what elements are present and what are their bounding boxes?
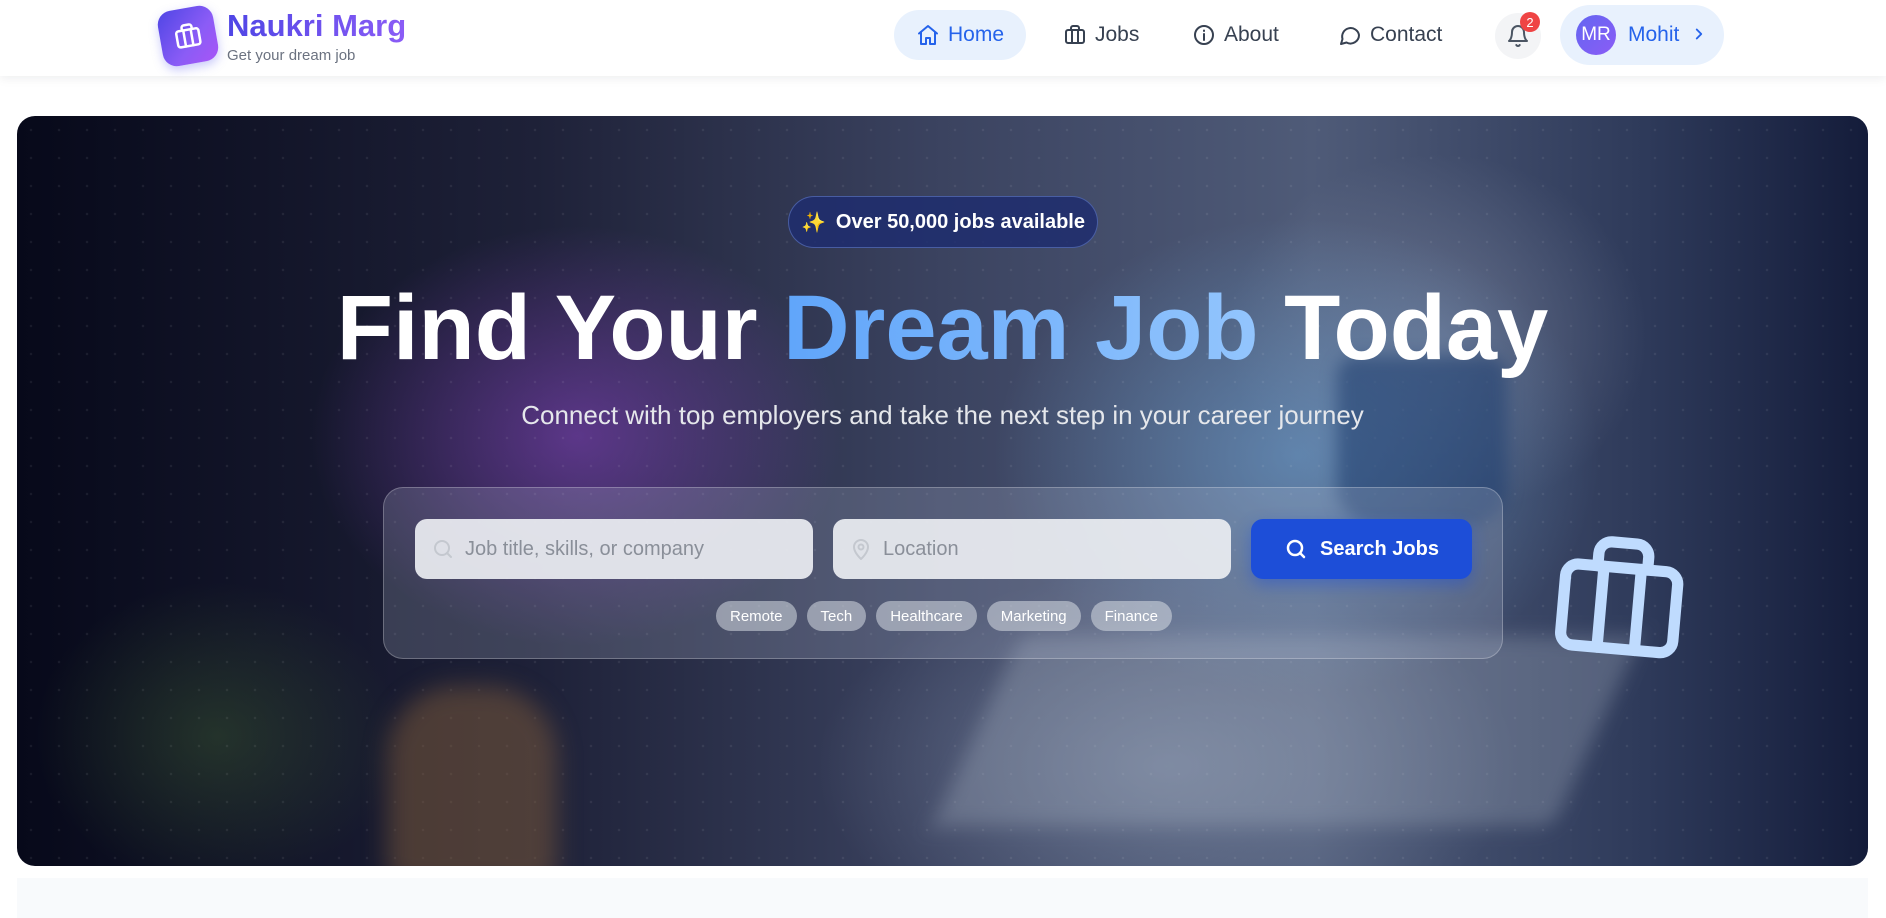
quick-filter-tags: Remote Tech Healthcare Marketing Finance (384, 601, 1504, 631)
nav-contact-link[interactable]: Contact (1316, 10, 1464, 60)
decorative-briefcase-icon (1555, 536, 1684, 659)
tag-finance[interactable]: Finance (1090, 601, 1172, 631)
tag-marketing[interactable]: Marketing (986, 601, 1081, 631)
job-search-input[interactable]: Job title, skills, or company (415, 519, 813, 579)
briefcase-icon (174, 23, 202, 49)
top-navbar: Naukri Marg Get your dream job Home Jobs… (0, 0, 1886, 76)
tag-remote[interactable]: Remote (716, 601, 797, 631)
job-search-panel: Job title, skills, or company Location S… (383, 487, 1503, 659)
hero-background-photo-laptop (932, 636, 1642, 826)
hero-headline: Find Your Dream Job Today (17, 277, 1868, 379)
nav-about-link[interactable]: About (1170, 10, 1301, 60)
avatar: MR (1576, 15, 1616, 55)
briefcase-icon (1065, 25, 1085, 44)
chevron-right-icon (1695, 28, 1703, 40)
home-icon (918, 25, 938, 45)
notification-count-badge: 2 (1520, 12, 1540, 32)
hero-subheadline: Connect with top employers and take the … (521, 400, 1364, 430)
tag-healthcare[interactable]: Healthcare (876, 601, 977, 631)
info-icon (1194, 25, 1214, 45)
nav-jobs-label: Jobs (1095, 23, 1140, 46)
next-section (17, 878, 1868, 918)
tag-tech[interactable]: Tech (806, 601, 867, 631)
sparkle-icon: ✨ (801, 211, 826, 234)
hero-banner: ✨ Over 50,000 jobs available Find Your D… (17, 116, 1868, 866)
chat-icon (1340, 27, 1360, 45)
jobs-available-text: Over 50,000 jobs available (835, 210, 1085, 233)
nav-jobs-link[interactable]: Jobs (1041, 10, 1161, 60)
hero-background-photo-cup (387, 686, 557, 866)
search-jobs-label: Search Jobs (1320, 537, 1439, 560)
user-menu-button[interactable]: MR Mohit (1560, 5, 1724, 65)
headline-part2: Today (1258, 277, 1549, 379)
user-name: Mohit (1628, 23, 1680, 46)
jobs-available-badge: ✨ Over 50,000 jobs available (788, 196, 1098, 248)
headline-highlight: Dream Job (783, 277, 1259, 379)
job-search-placeholder: Job title, skills, or company (465, 537, 704, 560)
brand-name[interactable]: Naukri Marg (227, 8, 406, 44)
nav-about-label: About (1224, 23, 1279, 46)
nav-home-link[interactable]: Home (894, 10, 1027, 60)
search-icon (1286, 539, 1306, 559)
search-jobs-button[interactable]: Search Jobs (1251, 519, 1472, 579)
location-placeholder: Location (883, 537, 959, 560)
location-input[interactable]: Location (833, 519, 1231, 579)
search-icon (434, 540, 452, 558)
headline-part1: Find Your (336, 277, 784, 379)
brand-tagline: Get your dream job (227, 47, 356, 64)
nav-home-label: Home (948, 23, 1005, 46)
map-pin-icon (853, 539, 869, 560)
nav-contact-label: Contact (1370, 23, 1443, 46)
brand-logo[interactable] (155, 3, 221, 69)
